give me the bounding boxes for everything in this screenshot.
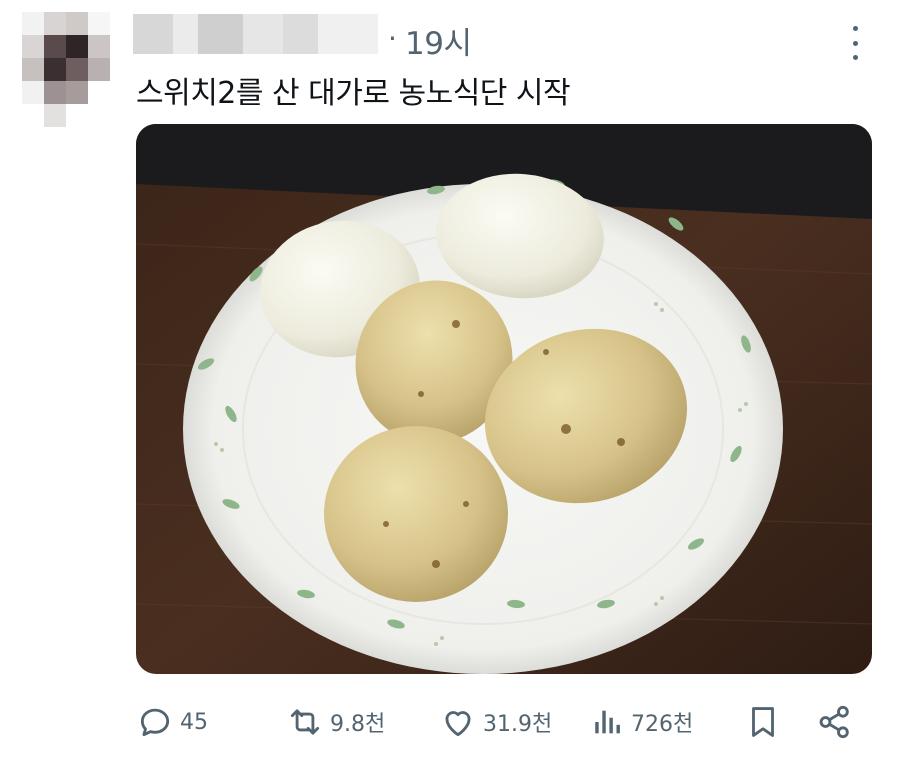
more-icon[interactable] bbox=[843, 26, 867, 60]
tweet-timestamp[interactable]: 19시 bbox=[405, 18, 472, 63]
like-count: 31.9천 bbox=[483, 712, 553, 737]
reply-count: 45 bbox=[180, 709, 208, 735]
retweet-button[interactable]: 9.8천 bbox=[286, 700, 385, 744]
tweet-action-bar: 45 9.8천 31.9천 726천 bbox=[136, 700, 872, 744]
retweet-count: 9.8천 bbox=[330, 712, 386, 737]
reply-button[interactable]: 45 bbox=[136, 700, 208, 744]
retweet-icon bbox=[286, 703, 324, 741]
share-icon bbox=[816, 703, 854, 741]
author-name-blurred[interactable] bbox=[133, 14, 378, 54]
views-count: 726천 bbox=[631, 712, 694, 737]
like-icon bbox=[439, 703, 477, 741]
views-button[interactable]: 726천 bbox=[591, 700, 693, 744]
time-separator: · bbox=[388, 22, 397, 55]
reply-icon bbox=[136, 703, 174, 741]
bookmark-button[interactable] bbox=[744, 700, 782, 744]
views-icon bbox=[591, 703, 625, 741]
bookmark-icon bbox=[744, 703, 782, 741]
share-button[interactable] bbox=[816, 700, 854, 744]
tweet-text: 스위치2를 산 대가로 농노식단 시작 bbox=[136, 76, 571, 111]
tweet-photo[interactable] bbox=[136, 124, 872, 674]
like-button[interactable]: 31.9천 bbox=[439, 700, 552, 744]
avatar[interactable] bbox=[22, 12, 110, 128]
